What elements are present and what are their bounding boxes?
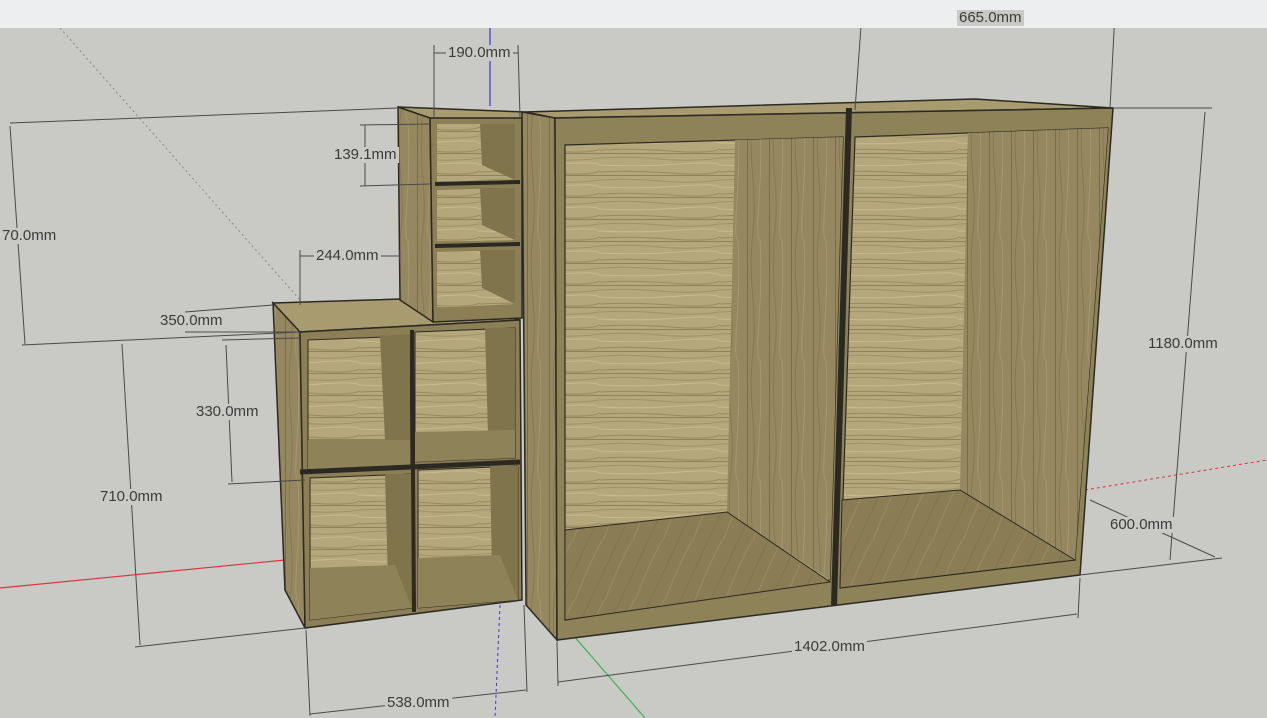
red-axis [0,559,286,589]
dim-total-width[interactable]: 1402.0mm [792,639,867,655]
dim-left-height[interactable]: 70.0mm [0,228,59,244]
dim-total-height[interactable]: 1180.0mm [1146,336,1220,352]
blue-axis-dotted [494,604,501,718]
dim-cubby-height[interactable]: 139.1mm [332,147,399,163]
dim-depth[interactable]: 600.0mm [1108,517,1175,533]
wardrobe-unit[interactable] [521,98,1114,642]
dim-top-width[interactable]: 665.0mm [957,10,1024,26]
dim-step-depth[interactable]: 244.0mm [314,248,381,264]
tall-shelf-unit[interactable] [397,105,526,324]
model-canvas[interactable] [0,28,1267,718]
inference-line [59,28,301,301]
dim-lower-width[interactable]: 538.0mm [385,695,452,711]
left-lower-unit[interactable] [271,297,523,629]
dim-lower-depth[interactable]: 350.0mm [158,313,225,329]
3d-viewport[interactable]: 190.0mm 665.0mm 139.1mm 70.0mm 244.0mm 3… [0,10,1267,718]
dim-lower-height[interactable]: 710.0mm [98,489,165,505]
dim-cubby-width[interactable]: 190.0mm [446,45,513,61]
toolbar-area [0,0,1267,29]
dim-lower-cubby-height[interactable]: 330.0mm [194,404,261,420]
